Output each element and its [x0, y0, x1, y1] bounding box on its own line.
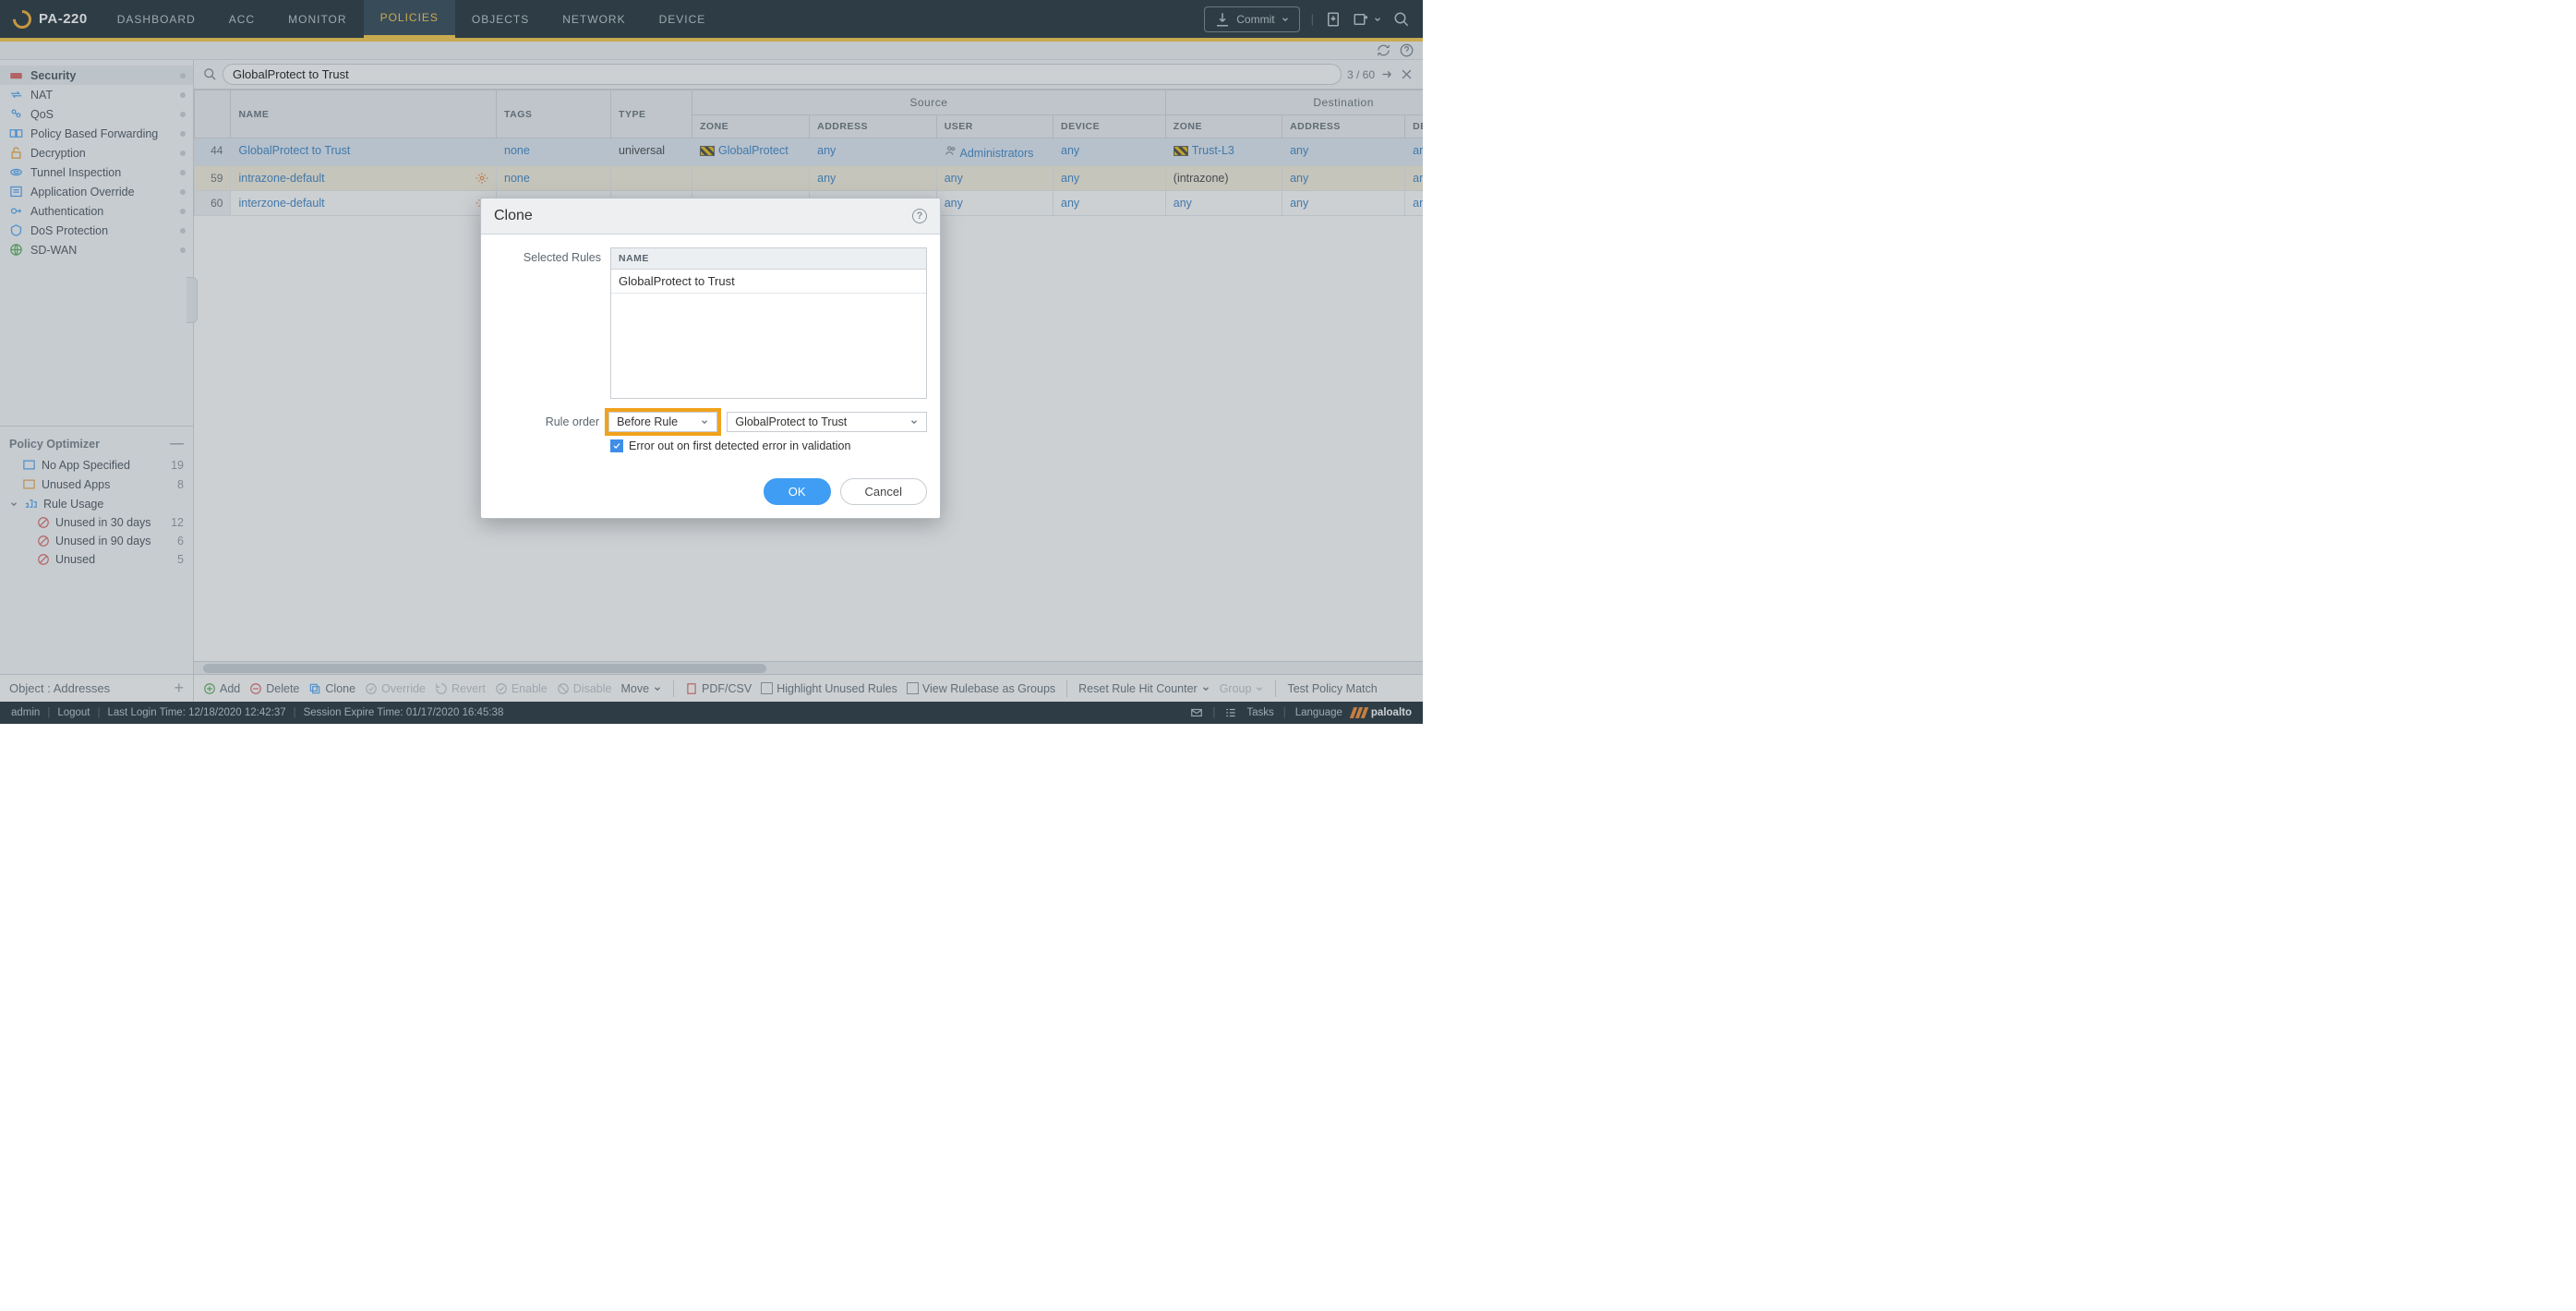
- dialog-header: Clone ?: [481, 198, 940, 235]
- clone-dialog: Clone ? Selected Rules NAME GlobalProtec…: [480, 198, 941, 519]
- selected-rules-box: NAME GlobalProtect to Trust: [610, 247, 927, 399]
- dialog-footer: OK Cancel: [481, 465, 940, 518]
- ok-button[interactable]: OK: [764, 478, 831, 505]
- rule-reference-dropdown[interactable]: GlobalProtect to Trust: [727, 412, 927, 432]
- dropdown-value: GlobalProtect to Trust: [735, 415, 847, 428]
- error-out-checkbox-row[interactable]: Error out on first detected error in val…: [610, 439, 927, 452]
- chevron-down-icon: [909, 417, 919, 427]
- cancel-button[interactable]: Cancel: [840, 478, 927, 505]
- dialog-body: Selected Rules NAME GlobalProtect to Tru…: [481, 235, 940, 465]
- name-column-header: NAME: [611, 248, 926, 270]
- help-icon[interactable]: ?: [912, 209, 927, 223]
- selected-rule-item[interactable]: GlobalProtect to Trust: [611, 270, 926, 294]
- selected-rules-label: Selected Rules: [494, 247, 601, 399]
- error-out-label: Error out on first detected error in val…: [629, 439, 850, 452]
- rule-order-label: Rule order: [494, 415, 599, 428]
- chevron-down-icon: [700, 417, 709, 427]
- rule-order-dropdown[interactable]: Before Rule: [608, 412, 717, 432]
- dropdown-value: Before Rule: [617, 415, 678, 428]
- dialog-title: Clone: [494, 208, 533, 224]
- checkbox-checked-icon: [610, 439, 623, 452]
